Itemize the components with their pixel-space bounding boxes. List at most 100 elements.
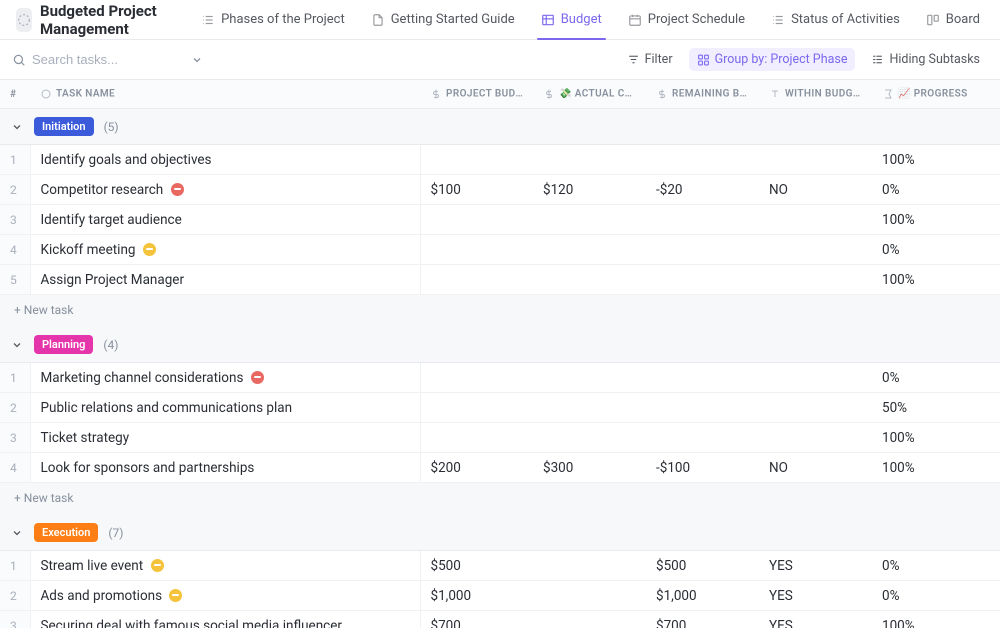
tab-project-schedule[interactable]: Project Schedule — [616, 0, 757, 39]
cell-progress[interactable]: 100% — [872, 205, 1000, 235]
cell-budget[interactable]: $100 — [420, 175, 533, 205]
cell-actual[interactable] — [533, 551, 646, 581]
cell-remaining[interactable] — [646, 205, 759, 235]
new-task-button[interactable]: + New task — [0, 483, 1000, 516]
cell-within[interactable]: NO — [759, 175, 872, 205]
col-within[interactable]: WITHIN BUDGET? — [759, 80, 872, 109]
table-row[interactable]: 4Look for sponsors and partnerships$200$… — [0, 453, 1000, 483]
cell-remaining[interactable] — [646, 393, 759, 423]
cell-remaining[interactable] — [646, 265, 759, 295]
cell-actual[interactable] — [533, 611, 646, 628]
cell-remaining[interactable]: -$20 — [646, 175, 759, 205]
table-row[interactable]: 2Public relations and communications pla… — [0, 393, 1000, 423]
cell-progress[interactable]: 100% — [872, 145, 1000, 175]
cell-budget[interactable] — [420, 145, 533, 175]
table-row[interactable]: 4Kickoff meeting 0% — [0, 235, 1000, 265]
cell-remaining[interactable]: $700 — [646, 611, 759, 628]
cell-actual[interactable] — [533, 363, 646, 393]
cell-actual[interactable] — [533, 265, 646, 295]
cell-progress[interactable]: 100% — [872, 611, 1000, 628]
cell-actual[interactable] — [533, 393, 646, 423]
cell-actual[interactable] — [533, 581, 646, 611]
table-row[interactable]: 3Ticket strategy100% — [0, 423, 1000, 453]
cell-progress[interactable]: 0% — [872, 581, 1000, 611]
cell-progress[interactable]: 0% — [872, 551, 1000, 581]
group-pill[interactable]: Initiation — [34, 117, 94, 136]
table-row[interactable]: 2Ads and promotions $1,000$1,000YES0% — [0, 581, 1000, 611]
search-input[interactable] — [32, 52, 182, 67]
cell-within[interactable]: YES — [759, 611, 872, 628]
cell-actual[interactable]: $300 — [533, 453, 646, 483]
new-task-button[interactable]: + New task — [0, 295, 1000, 328]
cell-remaining[interactable]: -$100 — [646, 453, 759, 483]
table-row[interactable]: 1Identify goals and objectives100% — [0, 145, 1000, 175]
cell-remaining[interactable] — [646, 423, 759, 453]
cell-budget[interactable] — [420, 205, 533, 235]
col-remaining[interactable]: REMAINING BUDGET — [646, 80, 759, 109]
app-logo-icon — [16, 8, 32, 32]
table-row[interactable]: 1Marketing channel considerations 0% — [0, 363, 1000, 393]
cell-progress[interactable]: 100% — [872, 453, 1000, 483]
cell-budget[interactable]: $1,000 — [420, 581, 533, 611]
cell-remaining[interactable]: $1,000 — [646, 581, 759, 611]
group-toggle-chevron[interactable] — [10, 120, 24, 134]
group-pill[interactable]: Planning — [34, 335, 93, 354]
cell-progress[interactable]: 100% — [872, 265, 1000, 295]
cell-within[interactable]: YES — [759, 551, 872, 581]
table-row[interactable]: 3Securing deal with famous social media … — [0, 611, 1000, 628]
table-row[interactable]: 3Identify target audience100% — [0, 205, 1000, 235]
cell-budget[interactable] — [420, 393, 533, 423]
col-actual[interactable]: 💸 ACTUAL COST — [533, 80, 646, 109]
cell-actual[interactable] — [533, 145, 646, 175]
cell-within[interactable] — [759, 423, 872, 453]
tab-phases-of-the-project[interactable]: Phases of the Project — [189, 0, 357, 39]
group-toggle-chevron[interactable] — [10, 338, 24, 352]
cell-budget[interactable]: $700 — [420, 611, 533, 628]
subtasks-button[interactable]: Hiding Subtasks — [863, 48, 988, 71]
cell-actual[interactable]: $120 — [533, 175, 646, 205]
col-progress[interactable]: 📈 PROGRESS — [872, 80, 1000, 109]
tab-status-of-activities[interactable]: Status of Activities — [759, 0, 912, 39]
cell-progress[interactable]: 0% — [872, 363, 1000, 393]
cell-remaining[interactable] — [646, 235, 759, 265]
cell-budget[interactable]: $500 — [420, 551, 533, 581]
cell-within[interactable]: YES — [759, 581, 872, 611]
group-toggle-chevron[interactable] — [10, 526, 24, 540]
cell-within[interactable] — [759, 205, 872, 235]
cell-within[interactable]: NO — [759, 453, 872, 483]
cell-remaining[interactable] — [646, 363, 759, 393]
cell-remaining[interactable]: $500 — [646, 551, 759, 581]
cell-progress[interactable]: 0% — [872, 175, 1000, 205]
group-pill[interactable]: Execution — [34, 523, 98, 542]
filter-button[interactable]: Filter — [619, 48, 681, 71]
cell-budget[interactable] — [420, 423, 533, 453]
cell-progress[interactable]: 50% — [872, 393, 1000, 423]
tab-budget[interactable]: Budget — [529, 0, 614, 39]
col-budget[interactable]: PROJECT BUDG… — [420, 80, 533, 109]
table-row[interactable]: 5Assign Project Manager100% — [0, 265, 1000, 295]
col-task-name[interactable]: TASK NAME — [30, 80, 420, 109]
cell-budget[interactable] — [420, 265, 533, 295]
tab-getting-started-guide[interactable]: Getting Started Guide — [359, 0, 527, 39]
cell-within[interactable] — [759, 265, 872, 295]
cell-actual[interactable] — [533, 205, 646, 235]
cell-progress[interactable]: 100% — [872, 423, 1000, 453]
cell-within[interactable] — [759, 145, 872, 175]
cell-budget[interactable] — [420, 235, 533, 265]
search-expand-chevron[interactable] — [188, 51, 206, 69]
cell-within[interactable] — [759, 393, 872, 423]
cell-within[interactable] — [759, 363, 872, 393]
col-index[interactable]: # — [0, 80, 30, 109]
group-by-button[interactable]: Group by: Project Phase — [689, 48, 856, 71]
cell-within[interactable] — [759, 235, 872, 265]
cell-actual[interactable] — [533, 235, 646, 265]
status-red-icon — [251, 371, 264, 384]
tab-board[interactable]: Board — [914, 0, 992, 39]
cell-budget[interactable] — [420, 363, 533, 393]
cell-remaining[interactable] — [646, 145, 759, 175]
table-row[interactable]: 2Competitor research $100$120-$20NO0% — [0, 175, 1000, 205]
cell-progress[interactable]: 0% — [872, 235, 1000, 265]
cell-budget[interactable]: $200 — [420, 453, 533, 483]
table-row[interactable]: 1Stream live event $500$500YES0% — [0, 551, 1000, 581]
cell-actual[interactable] — [533, 423, 646, 453]
